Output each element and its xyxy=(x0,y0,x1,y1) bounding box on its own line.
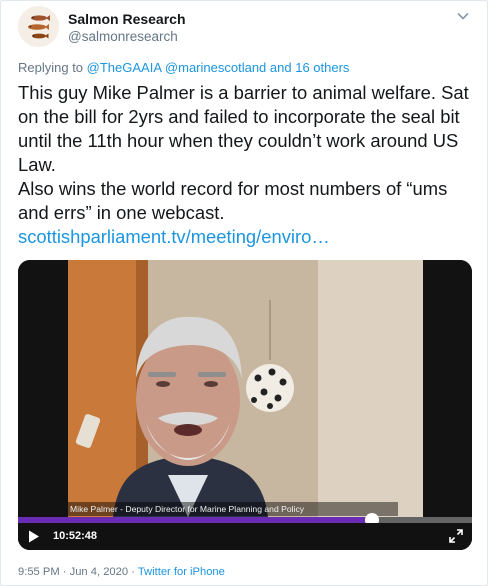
video-controls: 10:52:48 xyxy=(18,523,472,550)
tweet-text-line: This guy Mike Palmer is a barrier to ani… xyxy=(18,82,469,175)
account-name[interactable]: Salmon Research xyxy=(68,11,186,27)
mention-link[interactable]: @marinescotland xyxy=(165,60,266,75)
tweet-meta: 9:55 PM · Jun 4, 2020 · Twitter for iPho… xyxy=(18,566,225,578)
tweet-text: This guy Mike Palmer is a barrier to ani… xyxy=(18,81,478,249)
video-caption: Mike Palmer - Deputy Director for Marine… xyxy=(70,504,305,514)
video-time: 10:52:48 xyxy=(53,530,98,542)
meta-separator: · xyxy=(131,566,135,578)
others-link[interactable]: and 16 others xyxy=(270,60,350,75)
tweet-link[interactable]: scottishparliament.tv/meeting/enviro… xyxy=(18,226,330,247)
play-icon[interactable] xyxy=(28,530,40,543)
timestamp[interactable]: 9:55 PM · Jun 4, 2020 xyxy=(18,566,128,578)
tweet-text-line: Also wins the world record for most numb… xyxy=(18,178,448,247)
mention-link[interactable]: @TheGAAIA xyxy=(87,60,162,75)
video-player[interactable]: Mike Palmer - Deputy Director for Marine… xyxy=(18,260,472,550)
account-handle[interactable]: @salmonresearch xyxy=(68,29,178,44)
salmon-avatar-icon xyxy=(18,6,59,47)
tweet-card: Salmon Research @salmonresearch Replying… xyxy=(0,0,488,586)
fullscreen-icon[interactable] xyxy=(449,529,463,543)
replying-to-label: Replying to xyxy=(18,60,84,75)
source-link[interactable]: Twitter for iPhone xyxy=(138,566,225,578)
avatar[interactable] xyxy=(18,6,59,47)
replying-to: Replying to @TheGAAIA @marinescotland an… xyxy=(18,60,349,75)
chevron-down-icon[interactable] xyxy=(456,9,470,23)
